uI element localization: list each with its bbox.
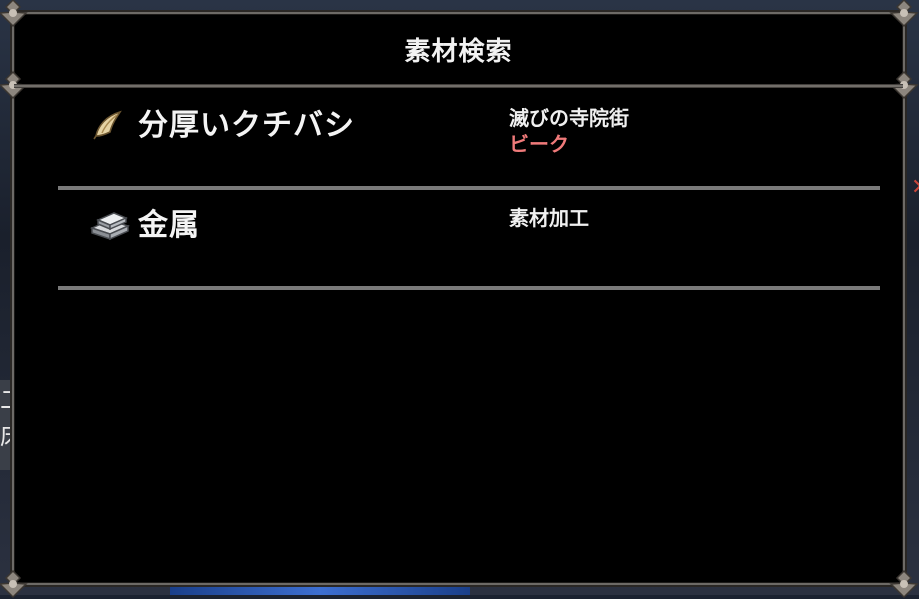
beak-icon — [88, 106, 132, 142]
material-name: 分厚いクチバシ — [138, 100, 355, 144]
background-close-mark: ✕ — [911, 175, 919, 200]
material-name: 金属 — [138, 200, 200, 244]
material-row[interactable]: 分厚いクチバシ 滅びの寺院街 ビーク — [58, 90, 880, 190]
material-source: 素材加工 — [509, 202, 589, 231]
background-text: 二 床 — [0, 382, 12, 454]
material-source: 滅びの寺院街 — [509, 102, 629, 131]
material-list: 分厚いクチバシ 滅びの寺院街 ビーク 金属 素材加工 — [58, 90, 880, 290]
material-row[interactable]: 金属 素材加工 — [58, 190, 880, 290]
material-search-dialog: 素材検索 分厚いクチバシ 滅びの寺院街 ビーク — [12, 12, 905, 585]
dialog-title: 素材検索 — [404, 31, 512, 68]
dialog-header: 素材検索 — [14, 14, 903, 86]
material-source-enemy: ビーク — [509, 128, 569, 157]
metal-ingot-icon — [88, 206, 132, 242]
header-divider — [14, 84, 903, 88]
